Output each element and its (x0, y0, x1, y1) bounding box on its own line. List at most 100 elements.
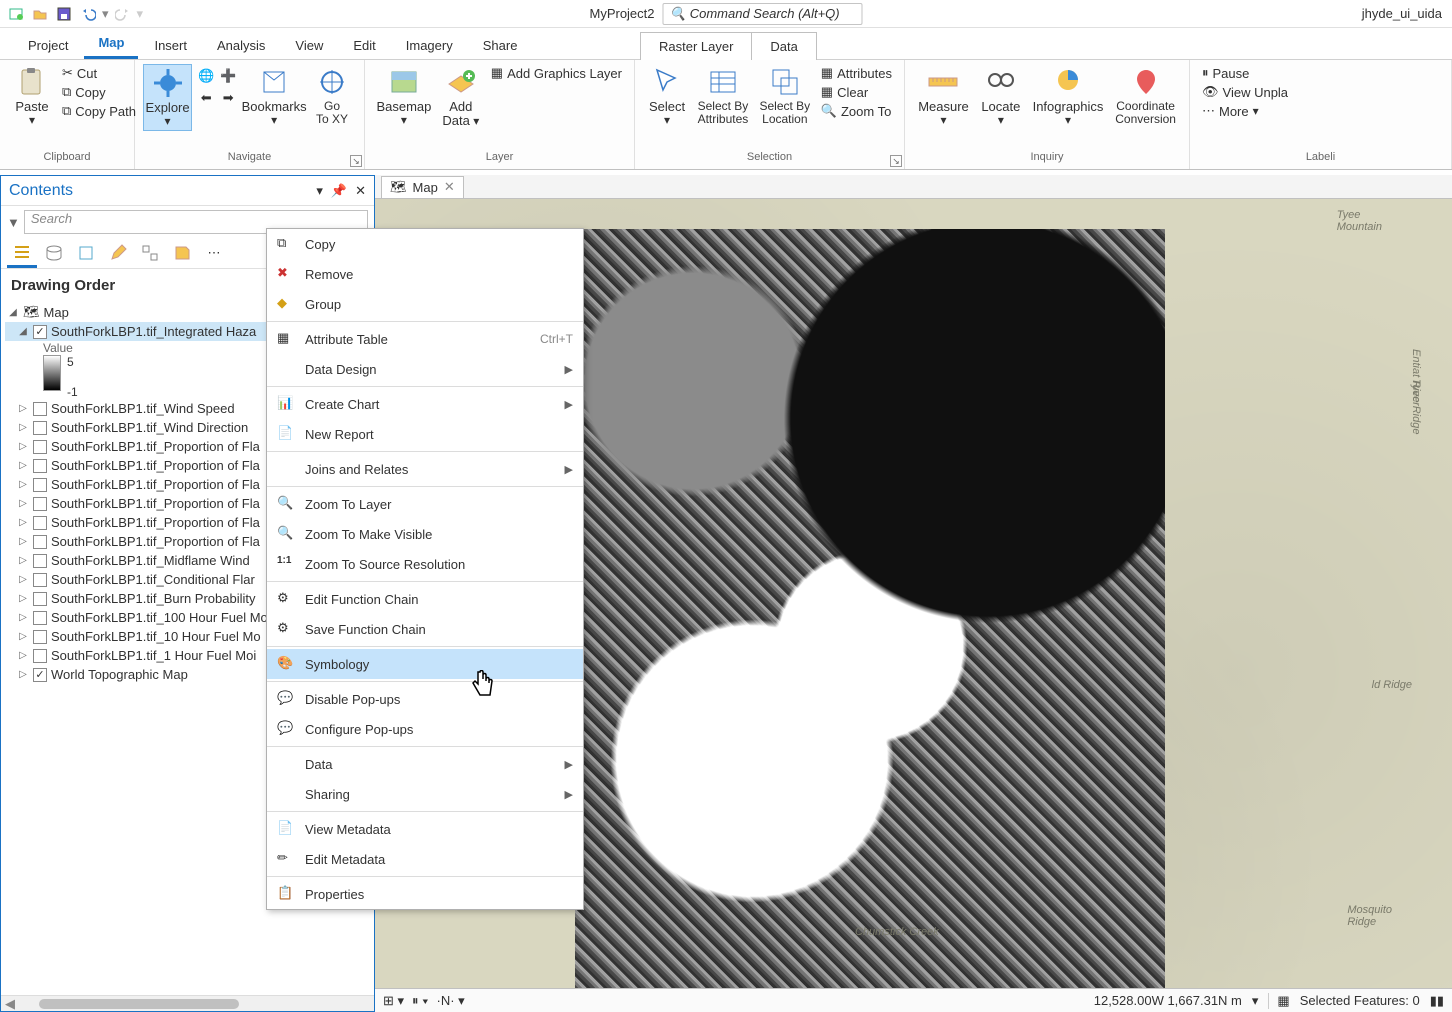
qat-save-icon[interactable] (54, 4, 74, 24)
add-data-button[interactable]: Add Data ▾ (437, 64, 485, 131)
layer-checkbox[interactable] (33, 478, 47, 492)
qat-new-icon[interactable] (6, 4, 26, 24)
goto-xy-button[interactable]: Go To XY (308, 64, 356, 128)
select-by-attributes-button[interactable]: Select By Attributes (693, 64, 753, 128)
qat-redo-icon[interactable] (113, 4, 133, 24)
cm-properties[interactable]: 📋Properties (267, 879, 583, 909)
cm-zoom-source-resolution[interactable]: 1:1Zoom To Source Resolution (267, 549, 583, 579)
more-labeling-button[interactable]: ⋯More ▾ (1198, 102, 1292, 120)
layer-checkbox[interactable] (33, 630, 47, 644)
tab-view[interactable]: View (281, 32, 337, 59)
cm-copy[interactable]: ⧉Copy (267, 229, 583, 259)
command-search-input[interactable]: 🔍Command Search (Alt+Q) (663, 3, 863, 25)
layer-checkbox[interactable] (33, 554, 47, 568)
layer-checkbox[interactable] (33, 421, 47, 435)
layer-checkbox[interactable] (33, 649, 47, 663)
cm-attribute-table: ▦Attribute TableCtrl+T (267, 324, 583, 354)
navigate-launcher-icon[interactable]: ↘ (350, 155, 362, 167)
cm-symbology[interactable]: 🎨Symbology (267, 649, 583, 679)
toc-snapping-icon[interactable] (135, 238, 165, 268)
layer-checkbox[interactable] (33, 497, 47, 511)
toc-labeling-icon[interactable] (167, 238, 197, 268)
cm-configure-popups[interactable]: 💬Configure Pop-ups (267, 714, 583, 744)
tab-share[interactable]: Share (469, 32, 532, 59)
cm-sharing[interactable]: Sharing▶ (267, 779, 583, 809)
north-icon[interactable]: ·N· ▾ (437, 993, 465, 1009)
autohide-icon[interactable]: 📌 (331, 183, 347, 199)
tab-map[interactable]: Map (84, 29, 138, 59)
map-view-tab[interactable]: 🗺Map✕ (381, 176, 464, 198)
cm-group[interactable]: ◆Group (267, 289, 583, 319)
cm-joins-relates[interactable]: Joins and Relates▶ (267, 454, 583, 484)
cm-disable-popups[interactable]: 💬Disable Pop-ups (267, 684, 583, 714)
layer-checkbox[interactable] (33, 573, 47, 587)
selection-launcher-icon[interactable]: ↘ (890, 155, 902, 167)
toc-drawing-order-icon[interactable] (7, 238, 37, 268)
select-by-location-button[interactable]: Select By Location (755, 64, 815, 128)
layer-checkbox[interactable] (33, 516, 47, 530)
layer-checkbox[interactable] (33, 668, 47, 682)
paste-button[interactable]: Paste▾ (8, 64, 56, 129)
layer-checkbox[interactable] (33, 611, 47, 625)
pause-labeling-button[interactable]: ⏸Pause (1198, 64, 1292, 82)
zoom-to-selection-button: 🔍Zoom To (817, 102, 896, 120)
contents-hscrollbar[interactable]: ◀ (1, 995, 374, 1011)
select-button[interactable]: Select▾ (643, 64, 691, 129)
cm-data-design[interactable]: Data Design▶ (267, 354, 583, 384)
layer-checkbox[interactable] (33, 592, 47, 606)
group-layer-label: Layer (373, 151, 626, 165)
fixed-zoom-in-icon[interactable]: ➕ (218, 66, 238, 86)
next-extent-icon[interactable]: ➡ (218, 88, 238, 108)
toc-source-icon[interactable] (39, 238, 69, 268)
prev-extent-icon[interactable]: ⬅ (196, 88, 216, 108)
tab-data[interactable]: Data (752, 33, 815, 60)
layer-checkbox[interactable] (33, 402, 47, 416)
tab-insert[interactable]: Insert (140, 32, 201, 59)
cm-edit-metadata[interactable]: ✏Edit Metadata (267, 844, 583, 874)
tab-project[interactable]: Project (14, 32, 82, 59)
infographics-button[interactable]: Infographics▾ (1028, 64, 1109, 129)
add-graphics-layer-button[interactable]: ▦Add Graphics Layer (487, 64, 626, 82)
color-ramp (43, 355, 61, 391)
layer-checkbox[interactable] (33, 535, 47, 549)
explore-button[interactable]: Explore▾ (143, 64, 192, 131)
locate-button[interactable]: Locate▾ (976, 64, 1026, 129)
layer-checkbox[interactable] (33, 440, 47, 454)
full-extent-icon[interactable]: 🌐 (196, 66, 216, 86)
measure-button[interactable]: Measure▾ (913, 64, 974, 129)
qat-open-icon[interactable] (30, 4, 50, 24)
tab-imagery[interactable]: Imagery (392, 32, 467, 59)
selection-chip-icon[interactable]: ▮▮ (1430, 993, 1444, 1009)
toc-editing-icon[interactable] (103, 238, 133, 268)
cm-create-chart[interactable]: 📊Create Chart▶ (267, 389, 583, 419)
cm-data[interactable]: Data▶ (267, 749, 583, 779)
close-map-tab-icon[interactable]: ✕ (444, 179, 455, 195)
layer-context-menu: ⧉Copy ✖Remove ◆Group ▦Attribute TableCtr… (266, 228, 584, 910)
view-unplaced-button[interactable]: 👁View Unpla (1198, 83, 1292, 101)
close-pane-icon[interactable]: ✕ (355, 183, 366, 199)
cursor-hand-icon (470, 670, 496, 700)
filter-icon[interactable]: ▼ (7, 215, 20, 230)
qat-undo-icon[interactable] (78, 4, 98, 24)
pane-menu-icon[interactable]: ▾ (316, 183, 323, 199)
user-name[interactable]: jhyde_ui_uida (1362, 6, 1442, 21)
tab-edit[interactable]: Edit (339, 32, 389, 59)
copy-path-button[interactable]: ⧉Copy Path (58, 102, 140, 120)
layer-checkbox[interactable] (33, 325, 47, 339)
layer-checkbox[interactable] (33, 459, 47, 473)
cm-remove[interactable]: ✖Remove (267, 259, 583, 289)
copy-button[interactable]: ⧉Copy (58, 83, 140, 101)
pause-drawing-icon[interactable]: ⏸ ▾ (412, 993, 428, 1009)
basemap-button[interactable]: Basemap▾ (373, 64, 435, 129)
cut-button[interactable]: ✂Cut (58, 64, 140, 82)
attributes-button[interactable]: ▦Attributes (817, 64, 896, 82)
tab-raster-layer[interactable]: Raster Layer (641, 33, 752, 60)
coordinate-conversion-button[interactable]: Coordinate Conversion (1110, 64, 1181, 128)
bookmarks-button[interactable]: Bookmarks▾ (242, 64, 306, 129)
cm-zoom-to-layer[interactable]: 🔍Zoom To Layer (267, 489, 583, 519)
tab-analysis[interactable]: Analysis (203, 32, 279, 59)
toc-selection-icon[interactable] (71, 238, 101, 268)
toc-more-icon[interactable]: ⋯ (199, 238, 229, 268)
map-constraints-icon[interactable]: ⊞ ▾ (383, 993, 404, 1009)
cm-view-metadata[interactable]: 📄View Metadata (267, 814, 583, 844)
